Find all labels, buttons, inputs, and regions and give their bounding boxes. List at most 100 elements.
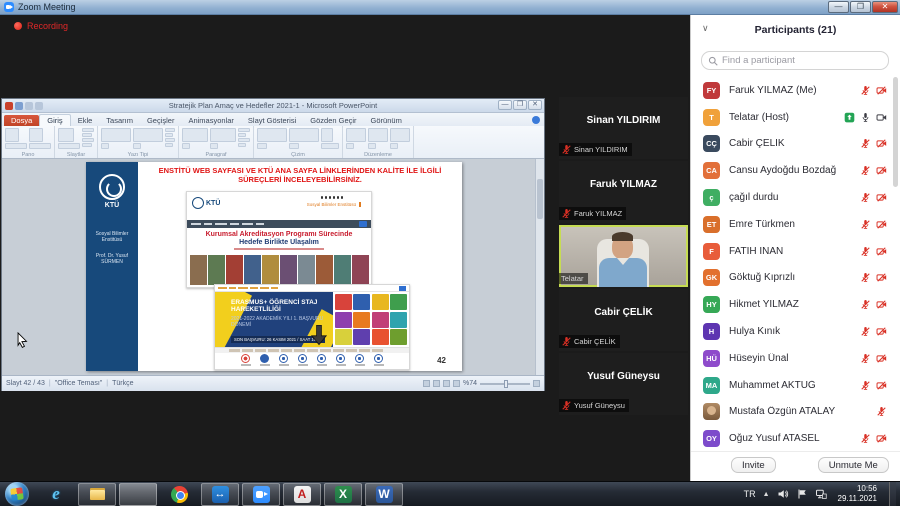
service-icon [260,354,270,366]
record-dot-icon [14,22,22,30]
website-screenshot-1: KTÜ Sosyal Bilimler Enstitüsü Kurumsal A… [186,191,372,288]
chevron-down-icon[interactable]: ∨ [702,23,709,34]
restore-button[interactable]: ❐ [850,1,871,13]
ppt-scrollbar [535,159,544,375]
participant-row[interactable]: FY Faruk YILMAZ (Me) [691,77,895,104]
participant-name: Cabir ÇELİK [729,138,860,149]
participant-row[interactable]: CA Cansu Aydoğdu Bozdağ [691,157,895,184]
start-button[interactable] [5,482,29,506]
video-muted-icon [876,219,887,230]
slide-logo-text: KTÜ [86,202,138,209]
site-navbar [187,220,371,228]
invite-button[interactable]: Invite [731,457,776,473]
taskbar-acrobat-icon[interactable]: A [283,483,321,506]
reading-view-icon [443,380,450,387]
powerpoint-statusbar: Slayt 42 / 43| "Office Teması"| Türkçe %… [2,375,544,391]
taskbar-file-explorer-icon[interactable] [78,483,116,506]
search-placeholder: Find a participant [722,55,795,66]
participant-row[interactable]: Mustafa Özgün ATALAY [691,399,895,426]
participant-row[interactable]: F FATİH İNAN [691,238,895,265]
avatar: CA [703,162,720,179]
participant-name: Yusuf Güneysu [559,371,688,382]
mic-muted-icon [860,246,871,257]
status-slide-counter: Slayt 42 / 43 [6,380,45,387]
taskbar-zoom-icon[interactable] [242,483,280,506]
participant-status-icons [860,326,887,337]
taskbar-internet-explorer-icon[interactable]: e [37,483,75,506]
video-muted-icon [876,299,887,310]
participants-scrollbar[interactable] [893,77,898,447]
zoom-app-icon [4,2,14,12]
video-tile[interactable]: Yusuf Güneysu Yusuf Güneysu [559,353,688,415]
participant-status-icons [860,380,887,391]
mic-icon [860,112,871,123]
window-title: Zoom Meeting [18,2,76,12]
service-icon [298,354,308,366]
word-icon: W [376,486,393,503]
slide-page-number: 42 [437,356,446,365]
site-dept: Sosyal Bilimler Enstitüsü [307,202,361,207]
volume-icon[interactable] [777,488,789,500]
participant-name: Hulya Kınık [729,326,860,337]
mic-muted-icon [561,336,572,347]
video-name-label: Faruk YILMAZ [559,207,626,220]
tray-time: 10:56 [838,484,877,494]
window-titlebar: Zoom Meeting — ❐ ✕ [0,0,900,15]
avatar: ç [703,189,720,206]
video-tile[interactable]: Cabir ÇELİK Cabir ÇELİK [559,289,688,351]
zoom-level: %74 [463,380,477,387]
taskbar-chrome-icon[interactable] [160,483,198,506]
stamp-collage [333,292,409,347]
ktu-site-logo-icon [192,197,204,209]
taskbar-powerpoint-icon[interactable] [119,483,157,506]
video-muted-icon [876,272,887,283]
mic-muted-icon [561,208,572,219]
video-tile[interactable]: Telatar [559,225,688,287]
service-icon [336,354,346,366]
close-button[interactable]: ✕ [872,1,898,13]
participant-row[interactable]: T Telatar (Host) [691,104,895,131]
ribbon-group-4: Çizim [254,126,343,158]
powerpoint-title: Stratejik Plan Amaç ve Hedefler 2021-1 -… [2,101,544,110]
clock[interactable]: 10:56 29.11.2021 [838,484,877,504]
participant-row[interactable]: HÜ Hüseyin Ünal [691,345,895,372]
participant-row[interactable]: MA Muhammet AKTUĞ [691,372,895,399]
recording-label: Recording [27,21,68,31]
video-tile[interactable]: Faruk YILMAZ Faruk YILMAZ [559,161,688,223]
avatar: MA [703,377,720,394]
minimize-button[interactable]: — [828,1,849,13]
participant-row[interactable]: CÇ Cabir ÇELİK [691,131,895,158]
network-icon[interactable] [815,488,827,500]
show-desktop-button[interactable] [889,482,896,506]
participant-row[interactable]: GK Göktuğ Kıprızlı [691,265,895,292]
participant-row[interactable]: HY Hikmet YILMAZ [691,291,895,318]
hidden-icons-arrow[interactable]: ▲ [763,491,770,498]
taskbar-word-icon[interactable]: W [365,483,403,506]
internet-explorer-icon: e [48,486,65,503]
participant-row[interactable]: ET Emre Türkmen [691,211,895,238]
ribbon-tab-animasyonlar: Animasyonlar [181,115,240,126]
taskbar-teamviewer-icon[interactable]: ↔ [201,483,239,506]
video-tile[interactable]: Sinan YILDIRIM Sinan YILDIRIM [559,97,688,159]
service-icons-row [215,353,409,369]
site-title-1: Kurumsal Akreditasyon Programı Sürecinde [187,231,371,238]
ribbon-tab-tasarım: Tasarım [99,115,140,126]
participant-row[interactable]: OY Oğuz Yusuf ATASEL [691,425,895,452]
avatar: ET [703,216,720,233]
action-center-flag-icon[interactable] [796,488,808,500]
participant-name: Oğuz Yusuf ATASEL [729,433,860,444]
participant-name: Cabir ÇELİK [559,307,688,318]
powerpoint-edit-area: KTÜ Sosyal Bilimler Enstitüsü Prof. Dr. … [2,159,544,375]
taskbar-excel-icon[interactable]: X [324,483,362,506]
site-brand: KTÜ [206,200,220,207]
search-input[interactable]: Find a participant [701,51,889,70]
avatar: OY [703,430,720,447]
language-indicator[interactable]: TR [744,489,756,499]
unmute-me-button[interactable]: Unmute Me [818,457,889,473]
service-icon [355,354,365,366]
participant-row[interactable]: ç çağıl durdu [691,184,895,211]
ppt-restore-icon: ❐ [513,100,527,110]
ribbon-tab-row: DosyaGirişEkleTasarımGeçişlerAnimasyonla… [2,113,544,126]
teamviewer-icon: ↔ [212,486,229,503]
participant-row[interactable]: H Hulya Kınık [691,318,895,345]
